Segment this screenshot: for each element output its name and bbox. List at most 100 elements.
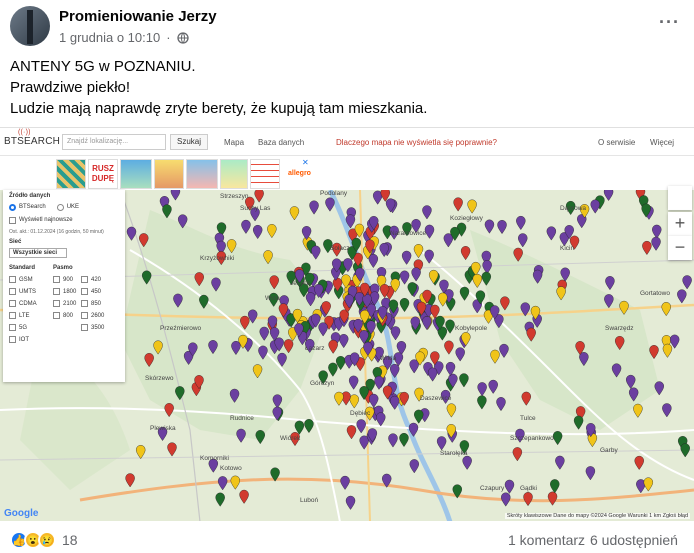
post-line: ANTENY 5G w POZNANIU.: [10, 58, 196, 75]
author-name[interactable]: Promieniowanie Jerzy: [59, 8, 217, 25]
signal-icon: ((·)): [18, 129, 31, 136]
place-label: Swarzędz: [605, 325, 634, 332]
place-label: Wola: [265, 295, 280, 302]
ad-tile[interactable]: [154, 159, 184, 189]
show-newest-row: Wyświetl najnowsze: [9, 215, 119, 225]
place-label: Suchy Las: [240, 205, 271, 212]
sad-icon: 😢: [38, 531, 56, 549]
post-line: Prawdziwe piekło!: [10, 79, 131, 96]
filter-1800[interactable]: 1800: [53, 287, 81, 296]
zoom-out-button[interactable]: −: [668, 236, 692, 260]
place-label: Górczyn: [310, 380, 335, 387]
ad-brand[interactable]: allegro: [288, 170, 311, 177]
network-title: Sieć: [9, 239, 22, 245]
place-label: Kicin: [560, 245, 574, 252]
post-line: Ludzie mają naprawdę zryte berety, że ku…: [10, 100, 428, 117]
ad-tile[interactable]: [120, 159, 152, 189]
place-label: Kotowo: [220, 465, 242, 472]
filter-800[interactable]: 800: [53, 311, 81, 320]
place-label: Kobylepole: [455, 325, 488, 332]
last-update: Ost. akt.: 01.12.2024 (16 godzin, 50 min…: [9, 229, 104, 235]
radio-btsearch[interactable]: [9, 203, 16, 211]
filter-5g[interactable]: 5G: [9, 323, 53, 332]
avatar[interactable]: [10, 6, 50, 46]
radio-label: UKE: [66, 204, 80, 210]
post-header: Promieniowanie Jerzy 1 grudnia o 10:10 ·…: [0, 0, 694, 52]
more-options-icon[interactable]: ···: [659, 12, 680, 33]
post-date[interactable]: 1 grudnia o 10:10: [59, 30, 160, 45]
place-label: Przeźmierowo: [160, 325, 202, 332]
filter-iot[interactable]: IOT: [9, 335, 53, 344]
nav-about[interactable]: O serwisie: [598, 138, 635, 147]
shares-link[interactable]: 6 udostępnień: [590, 532, 678, 548]
site-logo[interactable]: ((·)) BTSEARCH: [4, 129, 60, 147]
filter-2600[interactable]: 2600: [81, 311, 109, 320]
place-label: Tulce: [520, 415, 536, 422]
ad-tile[interactable]: [186, 159, 218, 189]
place-label: Luboń: [300, 497, 318, 504]
filter-850[interactable]: 850: [81, 299, 109, 308]
source-title: Źródło danych: [9, 193, 51, 199]
band-title: Pasmo: [53, 264, 73, 271]
filter-umts[interactable]: UMTS: [9, 287, 53, 296]
place-label: Wilda: [380, 355, 397, 362]
nav-warning-link[interactable]: Dlaczego mapa nie wyświetla się poprawni…: [336, 138, 497, 147]
location-search-input[interactable]: Znajdź lokalizację...: [62, 134, 166, 150]
ad-tile[interactable]: [250, 159, 280, 189]
comments-link[interactable]: 1 komentarz: [508, 532, 585, 548]
google-logo: Google: [4, 508, 39, 519]
filter-gsm[interactable]: GSM: [9, 275, 53, 284]
place-label: Dąbrowa: [560, 205, 586, 212]
filter-3500[interactable]: 3500: [81, 323, 109, 332]
ad-banner[interactable]: RUSZ DUPĘ allegro ✕: [0, 156, 694, 190]
zoom-in-button[interactable]: +: [668, 212, 692, 236]
post-meta: 1 grudnia o 10:10 ·: [59, 30, 189, 45]
post-text: ANTENY 5G w POZNANIU. Prawdziwe piekło! …: [10, 56, 680, 119]
place-label: Podolany: [320, 190, 348, 197]
nav-database[interactable]: Baza danych: [258, 138, 304, 147]
place-label: Daszewice: [420, 395, 452, 402]
show-newest-checkbox[interactable]: [9, 216, 16, 224]
reaction-count: 18: [62, 532, 78, 548]
filter-lte[interactable]: LTE: [9, 311, 53, 320]
ad-tile[interactable]: [220, 159, 248, 189]
place-label: Plewiska: [150, 425, 176, 432]
ad-close-icon[interactable]: ✕: [302, 158, 309, 167]
fullscreen-icon[interactable]: [668, 186, 692, 210]
filter-900[interactable]: 900: [53, 275, 81, 284]
place-label: Starołęka: [440, 450, 468, 457]
nav-more[interactable]: Więcej: [650, 138, 674, 147]
screenshot-embed[interactable]: ((·)) BTSEARCH Znajdź lokalizację... Szuk…: [0, 127, 694, 521]
radio-uke[interactable]: [56, 203, 64, 211]
ad-tile-text[interactable]: RUSZ DUPĘ: [88, 159, 118, 189]
place-label: Krzyżowniki: [200, 255, 234, 262]
place-label: Łazarz: [305, 345, 325, 352]
network-select[interactable]: Wszystkie sieci: [9, 248, 67, 258]
map-attribution[interactable]: Skróty klawiszowe Dane do mapy ©2024 Goo…: [504, 513, 690, 519]
filter-450[interactable]: 450: [81, 287, 109, 296]
place-label: Strzeszyn: [220, 193, 249, 200]
place-label: Dębiec: [350, 410, 371, 417]
ad-tile[interactable]: [56, 159, 86, 189]
filter-420[interactable]: 420: [81, 275, 109, 284]
reactions[interactable]: 👍 😮 😢 18: [10, 531, 78, 549]
filter-grid: Standard Pasmo GSM 900 420 UMTS 1800 450…: [9, 263, 119, 344]
nav-map[interactable]: Mapa: [224, 138, 244, 147]
radio-label: BTSearch: [19, 204, 46, 210]
search-button[interactable]: Szukaj: [170, 134, 208, 150]
filter-cdma[interactable]: CDMA: [9, 299, 53, 308]
meta-separator: ·: [166, 30, 171, 45]
place-label: Garby: [600, 447, 618, 454]
standard-title: Standard: [9, 264, 36, 271]
map-view[interactable]: Strzeszyn Podolany Naramowice Wola Górczyn So…: [0, 186, 694, 521]
site-topbar: ((·)) BTSEARCH Znajdź lokalizację... Szuk…: [0, 128, 694, 156]
place-label: Szczepankowo: [510, 435, 554, 442]
filter-2100[interactable]: 2100: [53, 299, 81, 308]
place-label: Koziegłowy: [450, 215, 484, 222]
place-label: Skórzewo: [145, 375, 174, 382]
source-options: BTSearch UKE: [9, 202, 119, 212]
place-label: Gortatowo: [640, 290, 670, 297]
place-label: Sołacz: [330, 245, 350, 252]
place-label: Wiórek: [280, 435, 301, 442]
place-label: Naramowice: [390, 230, 427, 237]
